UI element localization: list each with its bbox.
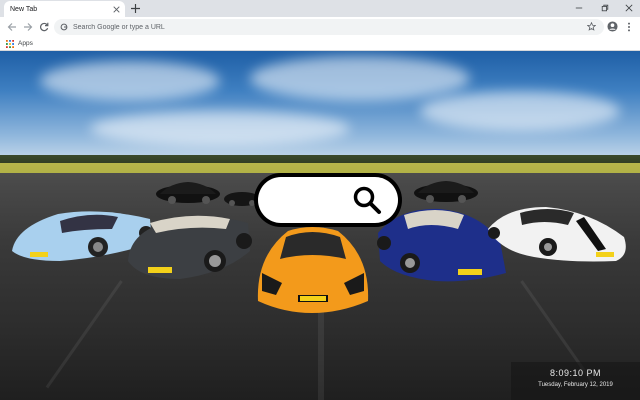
apps-grid-icon: [6, 39, 14, 48]
search-icon: [353, 186, 381, 214]
car-black-back-right: [414, 181, 478, 203]
omnibox-input[interactable]: [73, 23, 573, 31]
reload-icon: [39, 22, 48, 31]
car-blue: [377, 208, 506, 282]
close-tab-icon[interactable]: [110, 3, 122, 15]
arrow-right-icon: [23, 22, 32, 31]
car-orange: [257, 227, 369, 313]
minimize-icon: [575, 7, 583, 8]
forward-button[interactable]: [20, 19, 35, 34]
omnibox[interactable]: [54, 19, 604, 35]
bookmark-star-icon[interactable]: [586, 21, 597, 32]
reload-button[interactable]: [36, 19, 51, 34]
apps-label: Apps: [18, 40, 33, 47]
minimize-button[interactable]: [566, 0, 592, 15]
bookmarks-bar: Apps: [0, 36, 640, 51]
menu-button[interactable]: [621, 19, 636, 34]
search-box[interactable]: [258, 177, 398, 223]
account-icon: [607, 21, 618, 32]
google-g-icon: [60, 23, 68, 31]
car-black-back-left: [156, 182, 220, 204]
new-tab-page: 8:09:10 PM Tuesday, February 12, 2019: [0, 51, 640, 400]
clock-widget: 8:09:10 PM Tuesday, February 12, 2019: [511, 362, 640, 400]
tab-title: New Tab: [10, 5, 38, 13]
car-white: [488, 207, 626, 262]
search-button[interactable]: [350, 183, 384, 217]
clock-date: Tuesday, February 12, 2019: [538, 382, 613, 388]
plus-icon: [131, 4, 140, 13]
tab-new-tab[interactable]: New Tab: [4, 1, 125, 17]
toolbar: [0, 17, 640, 36]
profile-button[interactable]: [605, 19, 620, 34]
back-button[interactable]: [4, 19, 19, 34]
tab-strip: New Tab: [0, 0, 640, 17]
search-box-frame: [254, 173, 402, 227]
clock-time: 8:09:10 PM: [549, 368, 602, 378]
new-tab-button[interactable]: [129, 2, 142, 15]
restore-button[interactable]: [592, 0, 618, 15]
close-window-button[interactable]: [616, 0, 640, 15]
close-icon: [625, 4, 633, 11]
apps-shortcut[interactable]: Apps: [6, 38, 33, 49]
kebab-menu-icon: [627, 22, 630, 31]
arrow-left-icon: [7, 22, 16, 31]
restore-icon: [601, 4, 609, 11]
